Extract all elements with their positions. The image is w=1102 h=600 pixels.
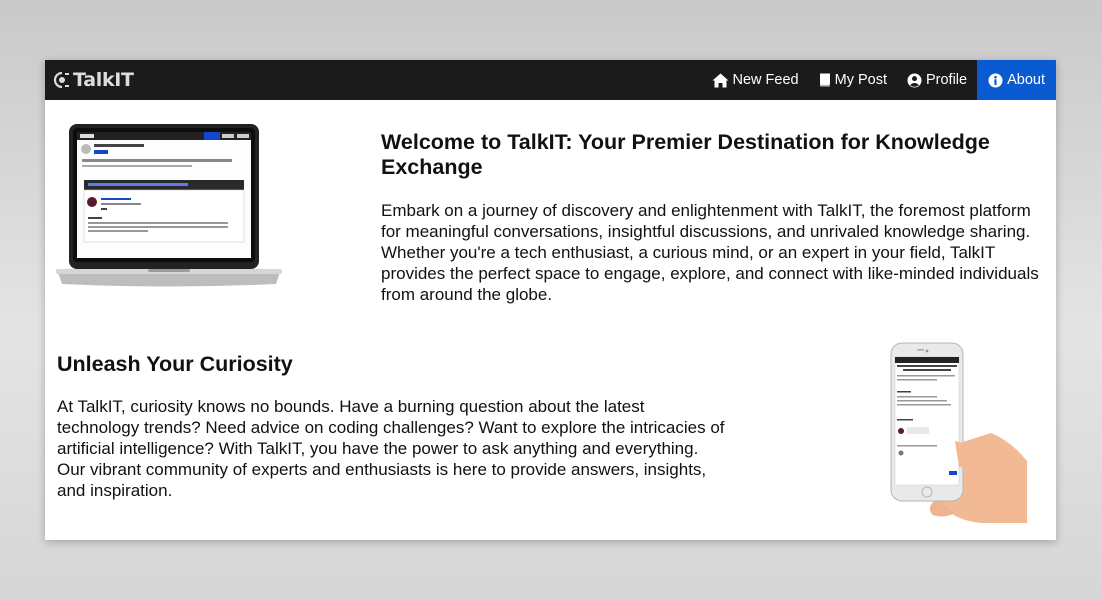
brand-name: TalkIT — [73, 69, 134, 91]
curiosity-title: Unleash Your Curiosity — [57, 352, 293, 376]
nav-about[interactable]: About — [977, 60, 1056, 100]
nav-my-post-label: My Post — [834, 72, 887, 88]
talkit-logo-icon — [53, 71, 69, 89]
brand[interactable]: TalkIT — [45, 69, 134, 91]
home-icon — [712, 73, 729, 87]
navbar: TalkIT New Feed My Post Profile About — [45, 60, 1056, 100]
hero-title: Welcome to TalkIT: Your Premier Destinat… — [381, 130, 990, 179]
app-window: TalkIT New Feed My Post Profile About We… — [45, 60, 1056, 540]
nav-about-label: About — [1007, 72, 1045, 88]
about-content: Welcome to TalkIT: Your Premier Destinat… — [45, 100, 1056, 540]
hero-description: Embark on a journey of discovery and enl… — [381, 201, 1039, 304]
book-icon — [819, 73, 830, 87]
user-circle-icon — [907, 73, 922, 87]
laptop-mockup-image — [56, 124, 282, 287]
main-nav: New Feed My Post Profile About — [702, 60, 1056, 100]
nav-new-feed[interactable]: New Feed — [702, 60, 809, 100]
info-circle-icon — [988, 73, 1003, 87]
nav-new-feed-label: New Feed — [732, 72, 799, 88]
phone-in-hand-image — [890, 342, 1027, 523]
nav-profile[interactable]: Profile — [897, 60, 977, 100]
nav-profile-label: Profile — [925, 72, 968, 88]
curiosity-description: At TalkIT, curiosity knows no bounds. Ha… — [57, 397, 725, 500]
nav-my-post[interactable]: My Post — [809, 60, 897, 100]
